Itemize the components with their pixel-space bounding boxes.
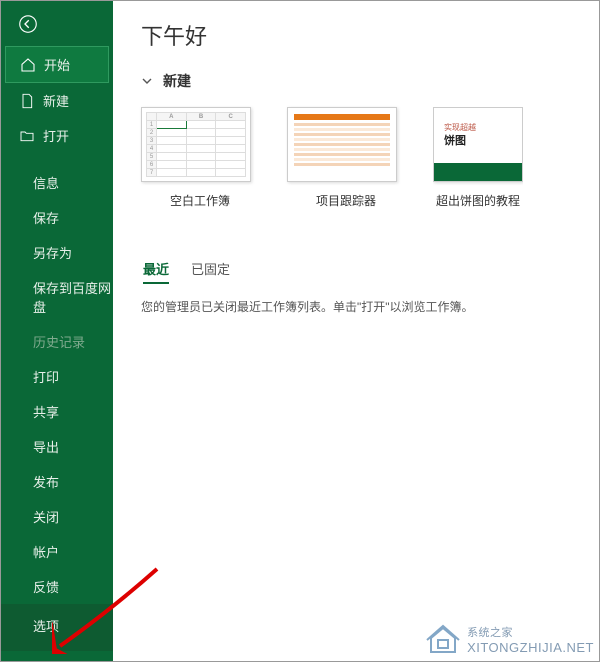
chevron-down-icon xyxy=(141,75,153,87)
tab-pinned[interactable]: 已固定 xyxy=(191,259,230,284)
document-icon xyxy=(19,93,35,109)
template-project-tracker[interactable]: 项目跟踪器 xyxy=(287,107,405,209)
sidebar-item-label: 选项 xyxy=(33,616,59,635)
template-thumbnail xyxy=(287,107,397,182)
sidebar-item-save[interactable]: 保存 xyxy=(1,200,113,235)
template-thumbnail: ABC 1 2 3 4 5 6 7 xyxy=(141,107,251,182)
template-label: 项目跟踪器 xyxy=(287,192,405,209)
sidebar-item-label: 保存到百度网盘 xyxy=(33,278,113,316)
sidebar-item-label: 帐户 xyxy=(33,542,59,561)
backstage-sidebar: 开始 新建 打开 信息 保存 另存为 保存到百度网盘 历史记录 xyxy=(1,1,113,661)
sidebar-item-info[interactable]: 信息 xyxy=(1,165,113,200)
sidebar-item-export[interactable]: 导出 xyxy=(1,429,113,464)
sidebar-item-close[interactable]: 关闭 xyxy=(1,499,113,534)
sidebar-item-feedback[interactable]: 反馈 xyxy=(1,569,113,604)
sidebar-item-label: 开始 xyxy=(44,55,70,74)
sidebar-item-options[interactable]: 选项 xyxy=(1,604,113,651)
sidebar-item-label: 历史记录 xyxy=(33,332,85,351)
main-content: 下午好 新建 ABC 1 2 3 4 5 6 7 xyxy=(113,1,599,661)
sidebar-item-label: 反馈 xyxy=(33,577,59,596)
back-arrow-icon xyxy=(19,15,37,33)
sidebar-item-publish[interactable]: 发布 xyxy=(1,464,113,499)
template-label: 超出饼图的教程 xyxy=(433,192,523,209)
new-section-title: 新建 xyxy=(163,71,191,91)
sidebar-item-label: 信息 xyxy=(33,173,59,192)
sidebar-item-open[interactable]: 打开 xyxy=(1,118,113,153)
sidebar-item-label: 打开 xyxy=(43,126,69,145)
sidebar-item-label: 另存为 xyxy=(33,243,72,262)
sidebar-item-account[interactable]: 帐户 xyxy=(1,534,113,569)
sidebar-item-label: 发布 xyxy=(33,472,59,491)
template-pie-tutorial[interactable]: 实现超越 饼图 超出饼图的教程 xyxy=(433,107,523,209)
sidebar-item-save-baidu[interactable]: 保存到百度网盘 xyxy=(1,270,113,324)
template-thumbnail: 实现超越 饼图 xyxy=(433,107,523,182)
sidebar-item-label: 共享 xyxy=(33,402,59,421)
greeting-title: 下午好 xyxy=(141,19,599,51)
sidebar-item-print[interactable]: 打印 xyxy=(1,359,113,394)
folder-open-icon xyxy=(19,128,35,144)
sidebar-item-label: 保存 xyxy=(33,208,59,227)
sidebar-item-label: 新建 xyxy=(43,91,69,110)
back-button[interactable] xyxy=(1,1,113,46)
sidebar-item-label: 导出 xyxy=(33,437,59,456)
sidebar-item-label: 关闭 xyxy=(33,507,59,526)
recent-tabs: 最近 已固定 xyxy=(141,259,599,284)
new-section-header[interactable]: 新建 xyxy=(141,71,599,91)
home-icon xyxy=(20,57,36,73)
template-blank-workbook[interactable]: ABC 1 2 3 4 5 6 7 空白工作簿 xyxy=(141,107,259,209)
sidebar-item-label: 打印 xyxy=(33,367,59,386)
tab-recent[interactable]: 最近 xyxy=(143,259,169,284)
template-label: 空白工作簿 xyxy=(141,192,259,209)
sidebar-item-save-as[interactable]: 另存为 xyxy=(1,235,113,270)
sidebar-item-home[interactable]: 开始 xyxy=(5,46,109,83)
sidebar-item-new[interactable]: 新建 xyxy=(1,83,113,118)
template-gallery: ABC 1 2 3 4 5 6 7 空白工作簿 xyxy=(141,107,599,209)
sidebar-item-share[interactable]: 共享 xyxy=(1,394,113,429)
sidebar-item-history: 历史记录 xyxy=(1,324,113,359)
recent-disabled-message: 您的管理员已关闭最近工作簿列表。单击"打开"以浏览工作簿。 xyxy=(141,298,599,317)
